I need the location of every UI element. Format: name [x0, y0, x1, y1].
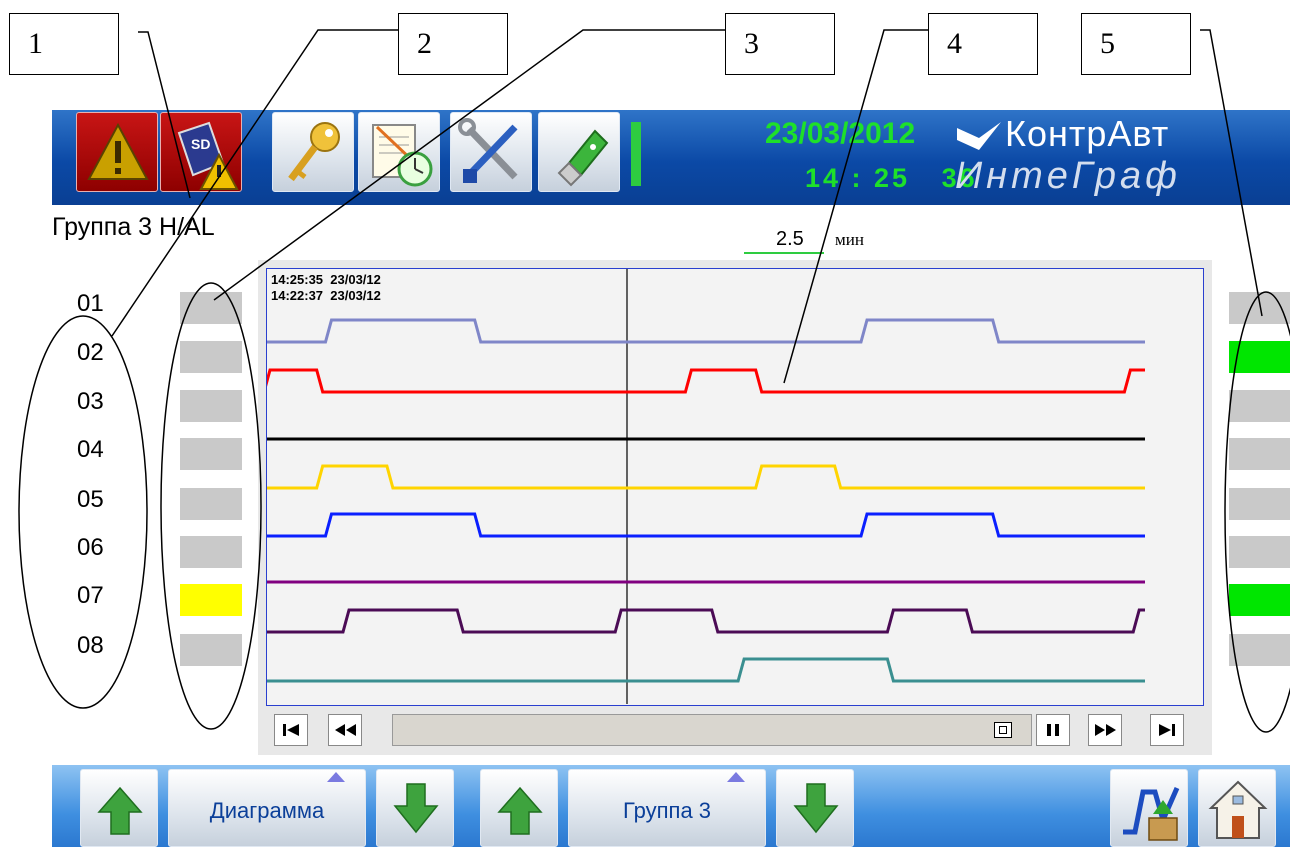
callout-2-ellipse — [18, 315, 148, 709]
callout-5-leader — [1200, 29, 1263, 317]
annotation-overlay — [18, 29, 1290, 733]
callout-1-leader — [138, 31, 191, 199]
callout-2-leader — [111, 29, 398, 337]
callout-5-ellipse — [1224, 291, 1290, 733]
callout-4-leader — [783, 29, 928, 384]
callout-3-ellipse — [160, 282, 262, 730]
